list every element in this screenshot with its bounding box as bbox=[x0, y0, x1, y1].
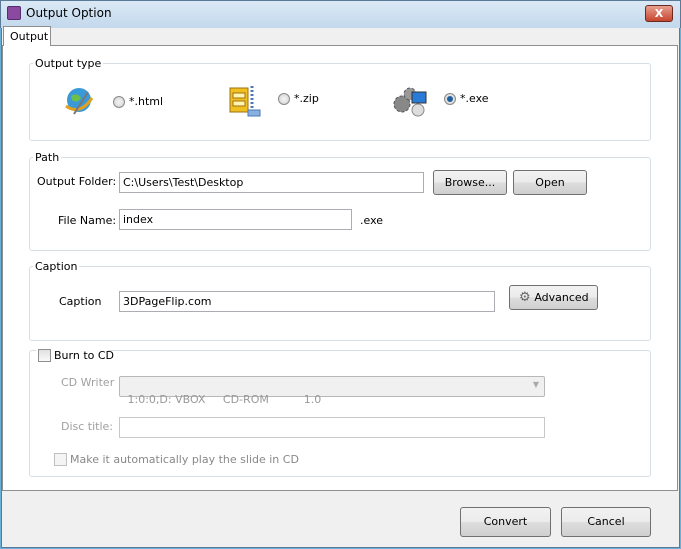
window-title: Output Option bbox=[26, 6, 112, 20]
tab-output[interactable]: Output bbox=[3, 26, 51, 46]
advanced-label: Advanced bbox=[534, 291, 589, 304]
advanced-button[interactable]: ⚙ Advanced bbox=[509, 285, 598, 310]
close-button[interactable]: X bbox=[645, 5, 673, 22]
cancel-button[interactable]: Cancel bbox=[561, 507, 651, 537]
radio-exe-label: *.exe bbox=[460, 92, 489, 105]
app-icon bbox=[7, 6, 21, 20]
cd-writer-value: 1:0:0,D: VBOX CD-ROM 1.0 bbox=[127, 393, 322, 406]
file-name-input[interactable] bbox=[119, 209, 352, 230]
radio-zip[interactable] bbox=[278, 93, 290, 105]
browse-button[interactable]: Browse... bbox=[433, 170, 507, 195]
convert-button[interactable]: Convert bbox=[460, 507, 551, 537]
autoplay-checkbox[interactable] bbox=[54, 453, 67, 466]
burn-to-cd-label: Burn to CD bbox=[54, 349, 115, 362]
autoplay-label: Make it automatically play the slide in … bbox=[70, 453, 299, 466]
disc-title-input[interactable] bbox=[119, 417, 545, 438]
output-folder-label: Output Folder: bbox=[37, 175, 117, 188]
burn-to-cd-checkbox[interactable] bbox=[38, 349, 51, 362]
gears-computer-icon bbox=[392, 84, 428, 118]
radio-html[interactable] bbox=[113, 96, 125, 108]
radio-exe[interactable] bbox=[444, 93, 456, 105]
chevron-down-icon: ▼ bbox=[532, 380, 539, 389]
caption-legend: Caption bbox=[33, 260, 80, 273]
path-legend: Path bbox=[33, 151, 62, 164]
globe-pen-icon bbox=[62, 84, 96, 118]
output-type-legend: Output type bbox=[33, 57, 104, 70]
file-extension: .exe bbox=[360, 214, 384, 227]
file-name-label: File Name: bbox=[58, 214, 117, 227]
radio-zip-label: *.zip bbox=[294, 92, 319, 105]
output-folder-input[interactable] bbox=[119, 172, 424, 193]
caption-input[interactable] bbox=[119, 291, 495, 312]
cd-writer-select[interactable]: 1:0:0,D: VBOX CD-ROM 1.0 ▼ bbox=[119, 376, 545, 406]
disc-title-label: Disc title: bbox=[61, 420, 114, 433]
zip-archive-icon bbox=[228, 84, 262, 118]
radio-html-label: *.html bbox=[129, 95, 164, 108]
cd-writer-label: CD Writer bbox=[61, 376, 115, 389]
open-button[interactable]: Open bbox=[513, 170, 587, 195]
gear-icon: ⚙ bbox=[519, 290, 531, 305]
caption-label: Caption bbox=[59, 295, 102, 308]
